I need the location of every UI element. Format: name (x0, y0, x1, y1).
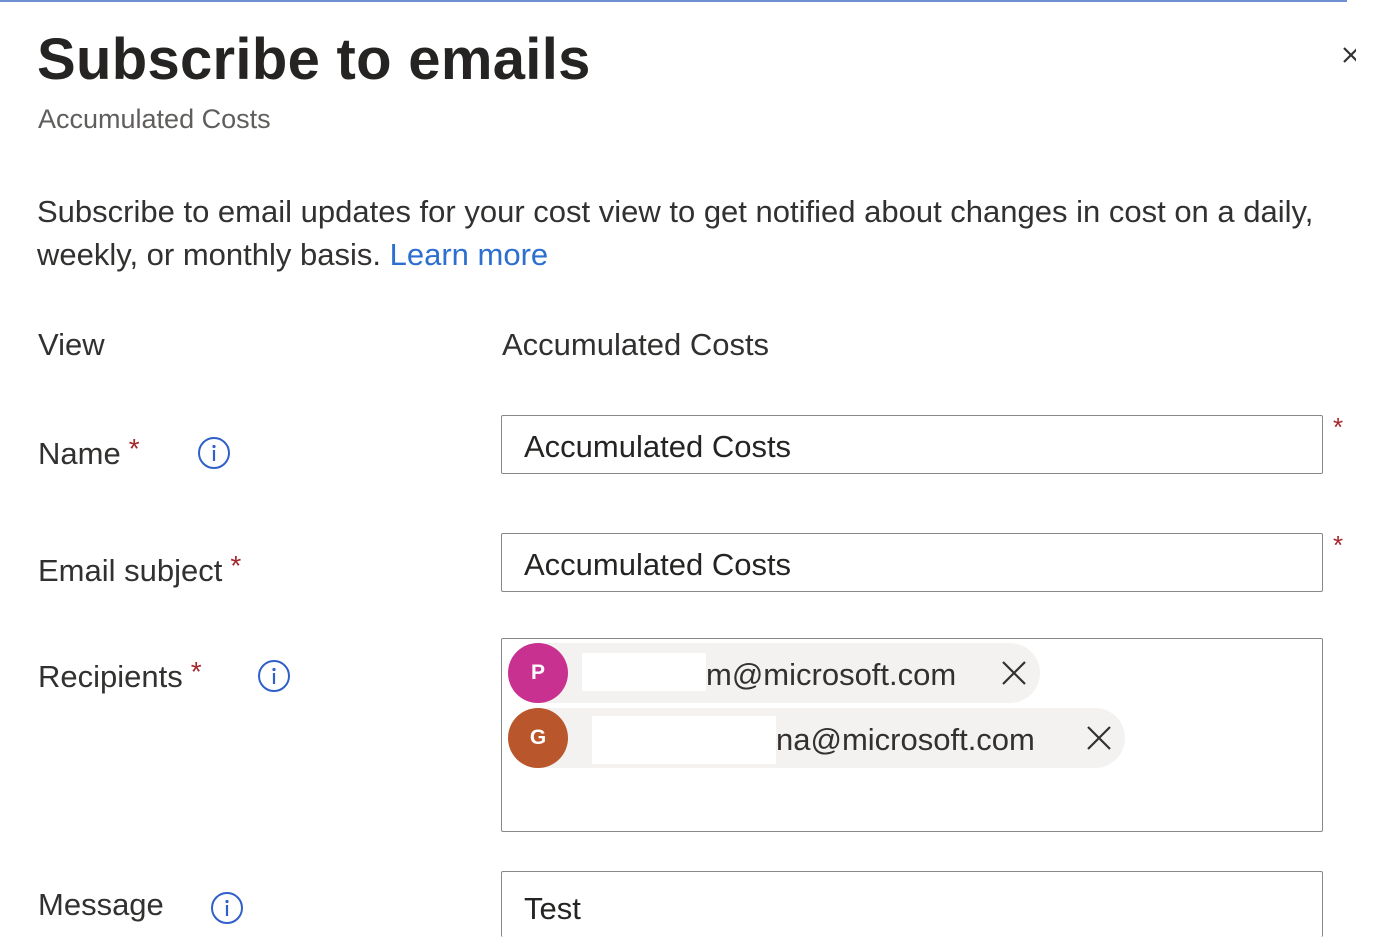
name-required-marker: * (128, 433, 140, 464)
view-label: View (38, 327, 105, 362)
email-subject-input[interactable]: Accumulated Costs (501, 533, 1323, 592)
name-input-required-marker: * (1333, 412, 1344, 442)
remove-recipient-button[interactable] (1000, 659, 1028, 687)
name-input[interactable]: Accumulated Costs (501, 415, 1323, 474)
recipients-label-text: Recipients (38, 659, 183, 694)
recipient-email: m@microsoft.com (706, 657, 957, 692)
name-label: Name * (38, 433, 140, 472)
recipients-label: Recipients * (38, 656, 202, 695)
page-title: Subscribe to emails (37, 27, 591, 92)
name-info-button[interactable] (197, 436, 231, 470)
subscribe-to-emails-panel: Subscribe to emails Accumulated Costs Su… (0, 0, 1374, 937)
panel-top-border (0, 0, 1347, 2)
recipients-required-marker: * (190, 656, 202, 687)
view-value: Accumulated Costs (502, 327, 770, 362)
recipients-input[interactable]: P m@microsoft.com G na@microsoft.com (501, 638, 1323, 832)
close-button[interactable] (1336, 42, 1356, 78)
close-icon (1087, 726, 1111, 750)
message-input[interactable]: Test (501, 871, 1323, 937)
email-subject-required-marker: * (230, 550, 242, 581)
recipient-email: na@microsoft.com (776, 722, 1035, 757)
recipients-info-button[interactable] (257, 659, 291, 693)
email-subject-label-text: Email subject (38, 553, 223, 588)
message-label: Message (38, 887, 164, 922)
page-subtitle: Accumulated Costs (38, 104, 271, 134)
redaction-mask (592, 716, 776, 764)
info-icon (211, 892, 243, 924)
email-subject-label: Email subject * (38, 550, 241, 589)
name-label-text: Name (38, 436, 121, 471)
info-icon (198, 437, 230, 469)
avatar: G (508, 708, 568, 768)
panel-description: Subscribe to email updates for your cost… (37, 190, 1327, 276)
recipient-chip[interactable]: G na@microsoft.com (508, 708, 1125, 768)
close-icon (1343, 47, 1356, 63)
close-icon (1002, 661, 1026, 685)
info-icon (258, 660, 290, 692)
remove-recipient-button[interactable] (1085, 724, 1113, 752)
learn-more-link[interactable]: Learn more (390, 237, 549, 272)
email-subject-input-required-marker: * (1333, 530, 1344, 560)
redaction-mask (582, 653, 706, 691)
recipient-chip[interactable]: P m@microsoft.com (508, 643, 1040, 703)
avatar: P (508, 643, 568, 703)
message-info-button[interactable] (210, 891, 244, 925)
description-text: Subscribe to email updates for your cost… (37, 194, 1314, 272)
